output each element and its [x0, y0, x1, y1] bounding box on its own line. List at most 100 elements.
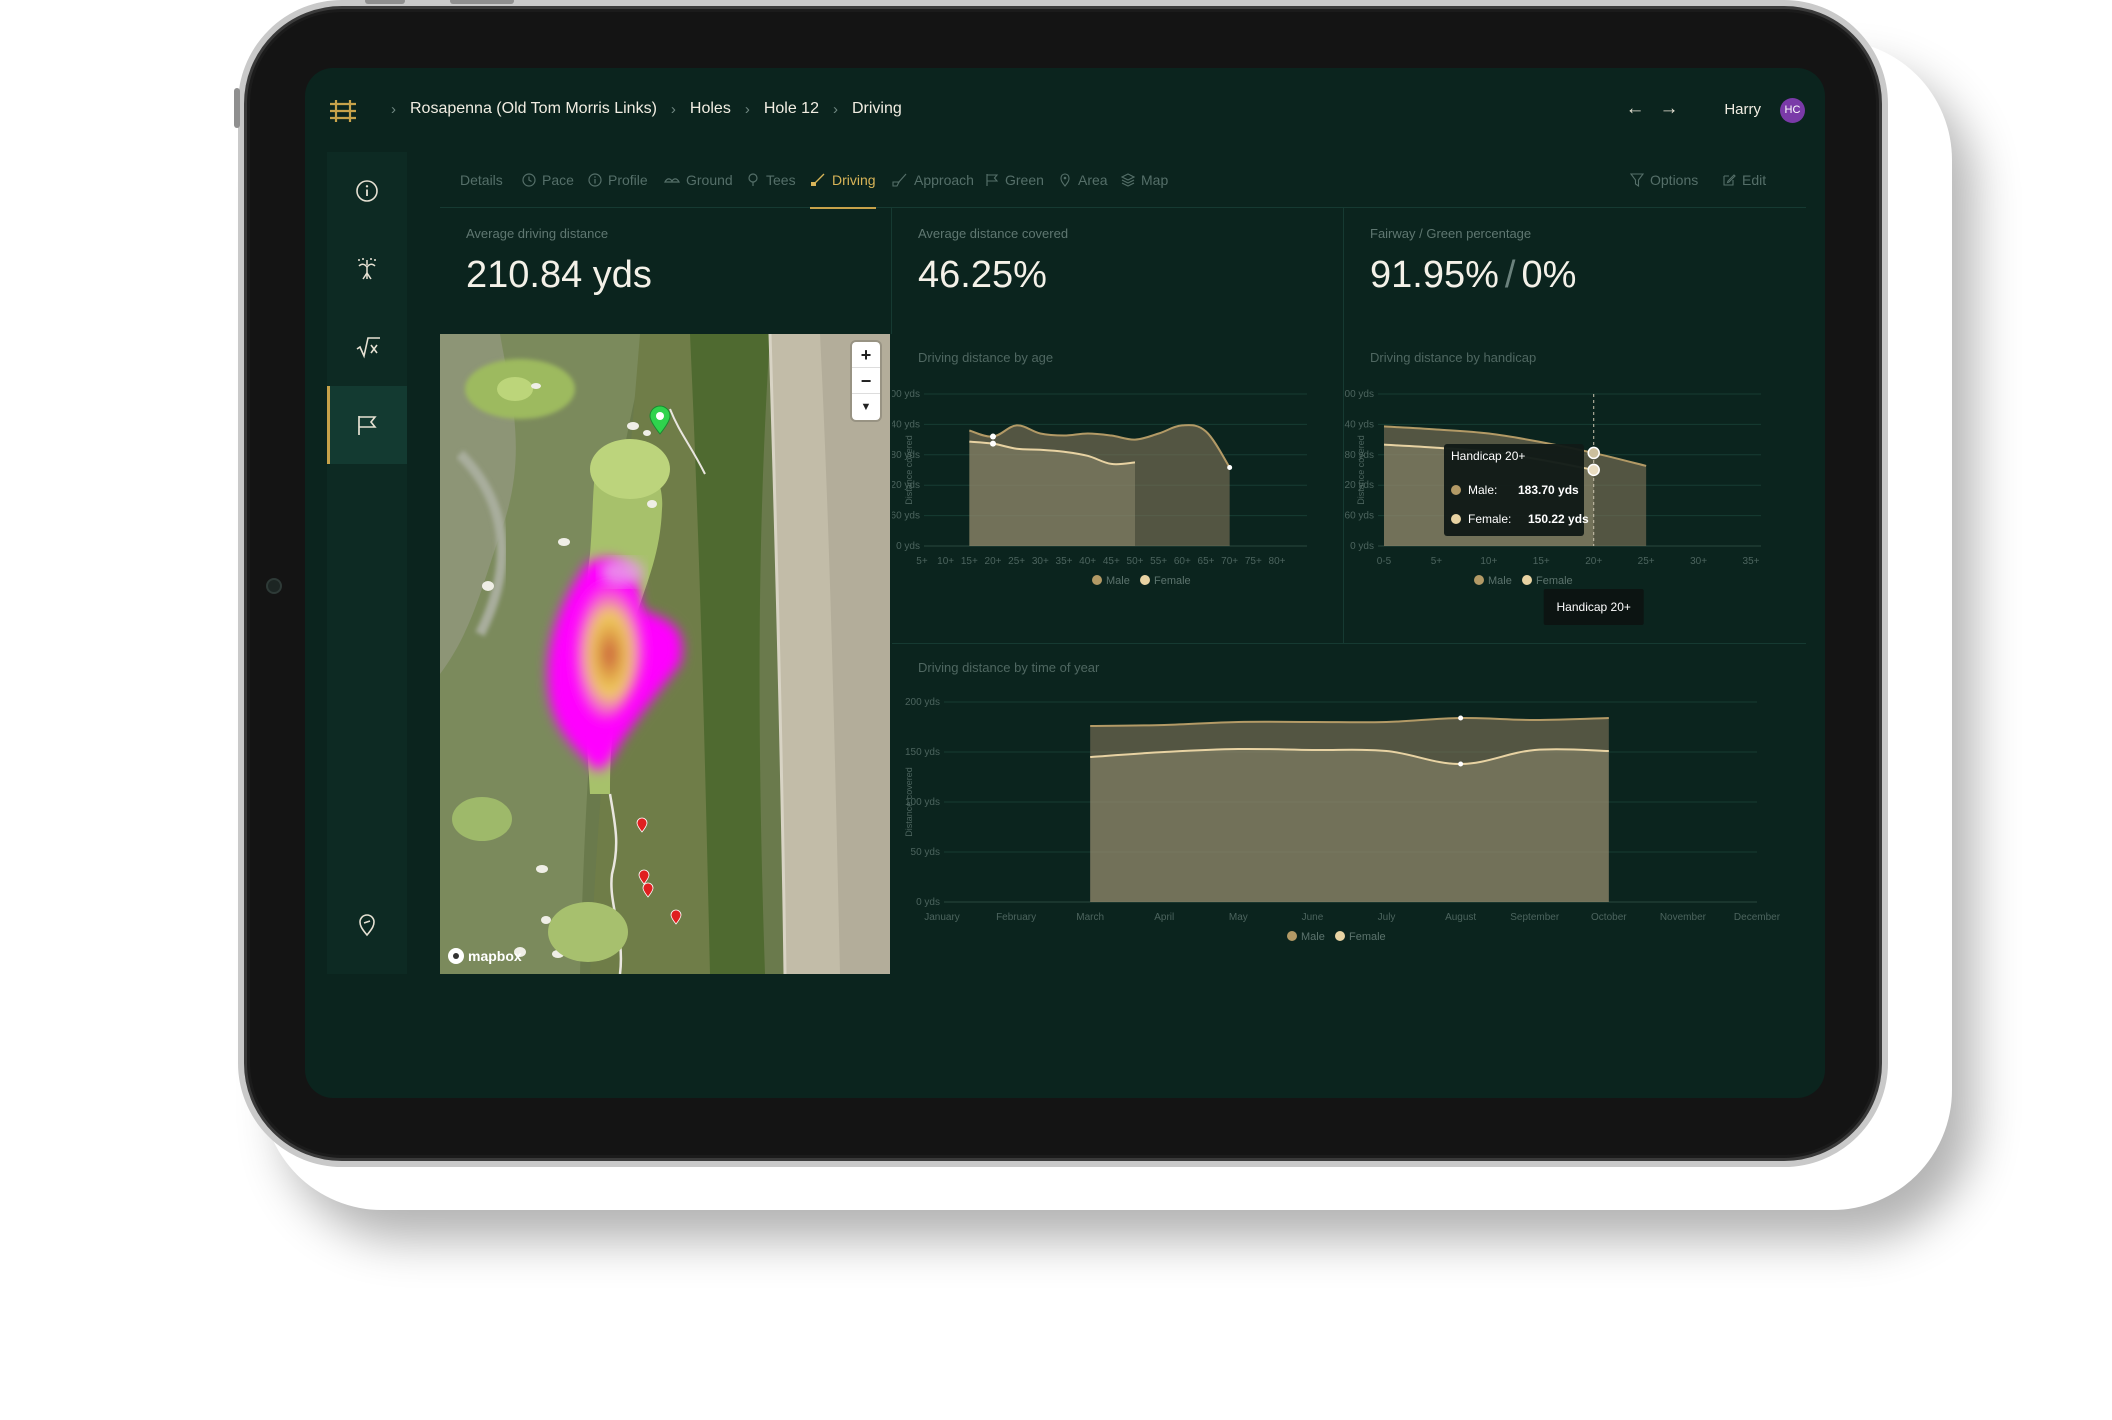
app-logo-icon[interactable] [327, 98, 359, 124]
chart-driving-by-age: Driving distance by age 0 yds60 yds120 y… [892, 334, 1344, 644]
chart-tooltip: Handicap 20+ Male: 183.70 yds Female: 150.22… [1444, 444, 1589, 536]
tooltip-value: 183.70 yds [1518, 483, 1579, 497]
legend-label-male: Male [1106, 575, 1130, 587]
stat-value: 46.25% [918, 254, 1047, 296]
edit-button[interactable]: Edit [1722, 152, 1766, 208]
arrow-right-icon[interactable]: → [1659, 98, 1679, 120]
rail-item-info[interactable] [327, 152, 407, 230]
y-tick-label: 0 yds [896, 541, 920, 552]
chart-driving-by-handicap: Driving distance by handicap 0 yds 60 yds… [1344, 334, 1806, 644]
x-tick-label: January [924, 912, 960, 923]
y-tick-label: 240 yds [892, 419, 920, 430]
x-tick-label: 20+ [985, 556, 1002, 567]
power-button [234, 88, 240, 128]
tab-approach[interactable]: Approach [892, 152, 974, 208]
x-tick-label: 45+ [1103, 556, 1120, 567]
x-tick-label: 70+ [1221, 556, 1238, 567]
breadcrumb: › Rosapenna (Old Tom Morris Links) › Hol… [377, 100, 902, 118]
tab-area[interactable]: Area [1058, 152, 1108, 208]
breadcrumb-course[interactable]: Rosapenna (Old Tom Morris Links) [410, 100, 657, 118]
flag-icon [986, 174, 999, 186]
rail-item-holes[interactable] [327, 386, 407, 464]
x-tick-label: April [1154, 912, 1174, 923]
tab-label: Profile [608, 172, 648, 188]
volume-button [365, 0, 405, 4]
legend-label-male: Male [1488, 575, 1512, 587]
x-tick-label: 30+ [1690, 556, 1707, 567]
hole-heatmap-map[interactable]: + − ▼ mapbox [440, 334, 890, 974]
breadcrumb-hole[interactable]: Hole 12 [764, 100, 819, 118]
chart-svg: 0 yds60 yds120 yds180 yds240 yds300 ydsD… [1344, 389, 1761, 625]
y-tick-label: 240 yds [1344, 419, 1374, 430]
tab-label: Pace [542, 172, 574, 188]
tee-icon [748, 173, 758, 186]
x-tick-label: October [1591, 912, 1627, 923]
y-axis-label: Distance covered [904, 435, 914, 505]
series-area-female [1090, 748, 1609, 902]
pin-icon [1060, 173, 1070, 187]
legend-swatch-female [1335, 931, 1345, 941]
tab-green[interactable]: Green [985, 152, 1044, 208]
legend-label-female: Female [1536, 575, 1573, 587]
x-tick-label: 75+ [1245, 556, 1262, 567]
stat-avg-distance-covered: Average distance covered 46.25% [892, 208, 1344, 334]
x-tick-label: 15+ [1533, 556, 1550, 567]
y-tick-label: 60 yds [1345, 511, 1374, 522]
zoom-in-button[interactable]: + [852, 342, 880, 368]
rail-item-fountain[interactable] [327, 230, 407, 308]
chevron-right-icon: › [832, 100, 838, 118]
x-tick-label: 10+ [1480, 556, 1497, 567]
side-rail [327, 152, 407, 974]
history-nav: ← → [1625, 98, 1679, 120]
tab-driving[interactable]: Driving [810, 152, 876, 209]
edit-icon [1723, 174, 1736, 186]
info-icon [588, 173, 602, 187]
tooltip-label: Male: [1468, 483, 1497, 497]
legend-swatch-male [1287, 931, 1297, 941]
x-tick-label: 35+ [1743, 556, 1760, 567]
legend-label-male: Male [1301, 931, 1325, 943]
highlight-point [1227, 464, 1233, 470]
avatar[interactable]: HC [1780, 98, 1805, 123]
mapbox-attribution[interactable]: mapbox [448, 948, 522, 964]
x-tick-label: 65+ [1198, 556, 1215, 567]
tab-details[interactable]: Details [460, 152, 503, 208]
tab-map[interactable]: Map [1121, 152, 1168, 208]
tooltip-value: 150.22 yds [1528, 512, 1589, 526]
user-name[interactable]: Harry [1724, 101, 1761, 118]
tab-tees[interactable]: Tees [746, 152, 796, 208]
tab-label: Approach [914, 172, 974, 188]
x-tick-label: 25+ [1008, 556, 1025, 567]
options-button[interactable]: Options [1630, 152, 1698, 208]
filter-icon [1630, 173, 1644, 187]
stat-fairway-green-percentage: Fairway / Green percentage 91.95%/0% [1344, 208, 1806, 334]
green-percentage: 0% [1521, 254, 1577, 296]
x-tick-label: December [1734, 912, 1781, 923]
tab-label: Driving [832, 172, 876, 188]
x-tick-label: 30+ [1032, 556, 1049, 567]
tab-label: Ground [686, 172, 733, 188]
highlight-point [990, 440, 996, 447]
fountain-icon [358, 258, 376, 280]
highlight-point [1458, 715, 1464, 721]
tab-pace[interactable]: Pace [522, 152, 574, 208]
camera-dot [266, 578, 282, 594]
x-tick-label: 10+ [937, 556, 954, 567]
x-tick-label: 5+ [916, 556, 928, 567]
chart-svg: 0 yds60 yds120 yds180 yds240 yds300 ydsD… [892, 389, 1307, 587]
x-tick-label: 25+ [1638, 556, 1655, 567]
volume-button [450, 0, 514, 4]
compass-button[interactable]: ▼ [852, 394, 880, 420]
tab-ground[interactable]: Ground [664, 152, 733, 208]
tab-profile[interactable]: Profile [588, 152, 648, 208]
y-tick-label: 60 yds [892, 511, 920, 522]
rail-item-location[interactable] [327, 886, 407, 964]
formula-icon [356, 337, 380, 359]
arrow-left-icon[interactable]: ← [1625, 98, 1645, 120]
zoom-out-button[interactable]: − [852, 368, 880, 394]
rail-item-formula[interactable] [327, 308, 407, 386]
breadcrumb-holes[interactable]: Holes [690, 100, 731, 118]
x-tick-label: 20+ [1585, 556, 1602, 567]
highlight-point [1458, 761, 1464, 767]
tab-label: Map [1141, 172, 1169, 188]
